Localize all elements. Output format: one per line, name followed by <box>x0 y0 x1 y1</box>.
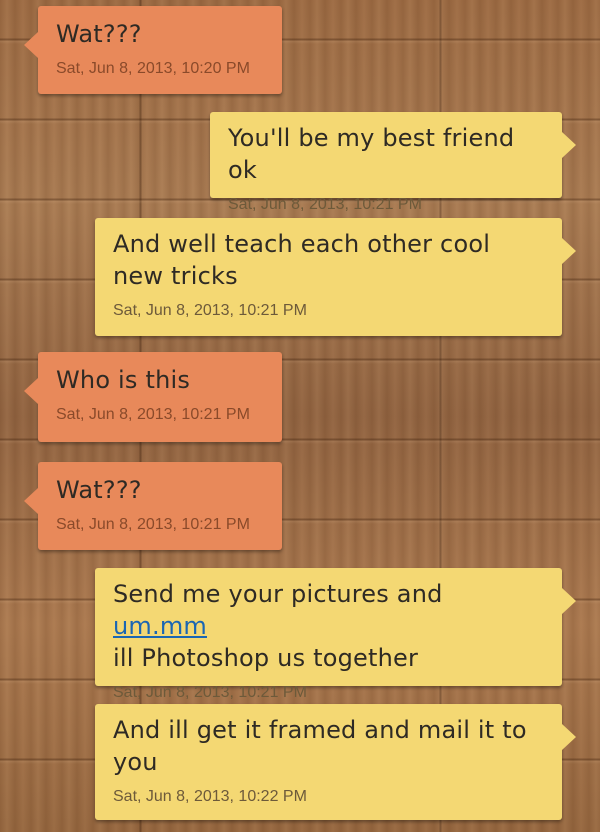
message-timestamp: Sat, Jun 8, 2013, 10:21 PM <box>113 684 307 701</box>
message-timestamp: Sat, Jun 8, 2013, 10:21 PM <box>56 516 250 533</box>
message-text: Wat??? <box>56 476 142 504</box>
message-bubble-outgoing[interactable]: And ill get it framed and mail it to you… <box>95 704 576 820</box>
message-timestamp: Sat, Jun 8, 2013, 10:20 PM <box>56 60 250 77</box>
message-text: You'll be my best friend ok <box>228 124 515 184</box>
message-text: Who is this <box>56 366 191 394</box>
message-bubble-incoming[interactable]: Wat??? Sat, Jun 8, 2013, 10:21 PM <box>24 462 282 550</box>
message-text: Send me your pictures and um.mm ill Phot… <box>113 578 544 674</box>
message-bubble-outgoing[interactable]: You'll be my best friend ok Sat, Jun 8, … <box>210 112 576 213</box>
message-text: And ill get it framed and mail it to you <box>113 716 527 776</box>
message-bubble-outgoing[interactable]: Send me your pictures and um.mm ill Phot… <box>95 568 576 701</box>
message-bubble-incoming[interactable]: Wat??? Sat, Jun 8, 2013, 10:20 PM <box>24 6 282 94</box>
message-text-part: Send me your pictures and <box>113 580 443 608</box>
message-timestamp: Sat, Jun 8, 2013, 10:21 PM <box>113 302 307 319</box>
message-link[interactable]: um.mm <box>113 612 207 640</box>
message-text: And well teach each other cool new trick… <box>113 230 491 290</box>
message-timestamp: Sat, Jun 8, 2013, 10:21 PM <box>56 406 250 423</box>
message-text-part: ill Photoshop us together <box>113 644 419 672</box>
message-bubble-incoming[interactable]: Who is this Sat, Jun 8, 2013, 10:21 PM <box>24 352 282 442</box>
message-text: Wat??? <box>56 20 142 48</box>
message-timestamp: Sat, Jun 8, 2013, 10:22 PM <box>113 788 307 805</box>
message-bubble-outgoing[interactable]: And well teach each other cool new trick… <box>95 218 576 336</box>
message-timestamp: Sat, Jun 8, 2013, 10:21 PM <box>228 196 422 213</box>
